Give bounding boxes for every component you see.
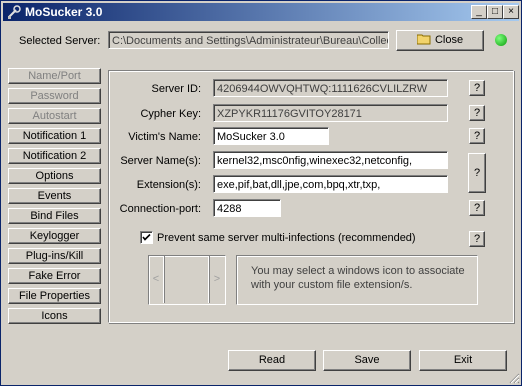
victim-name-input[interactable]: MoSucker 3.0 — [213, 127, 329, 145]
selected-server-label: Selected Server: — [19, 35, 101, 47]
sidebar-item-keylogger[interactable]: Keylogger — [8, 228, 101, 244]
sidebar-item-options[interactable]: Options — [8, 168, 101, 184]
sidebar-item-plugins-kill[interactable]: Plug-ins/Kill — [8, 248, 101, 264]
cypher-key-help-button[interactable]: ? — [469, 105, 485, 121]
checkmark-icon — [142, 233, 151, 241]
close-server-button[interactable]: Close — [396, 30, 484, 51]
save-button[interactable]: Save — [323, 350, 411, 371]
main-window: MoSucker 3.0 _ □ × Selected Server: C:\D… — [0, 0, 522, 386]
sidebar-item-fake-error[interactable]: Fake Error — [8, 268, 101, 284]
read-label: Read — [258, 354, 286, 366]
icon-next-button[interactable]: > — [209, 256, 224, 303]
server-id-field[interactable]: 4206944OWVQHTWQ:1111626CVLILZRW — [213, 79, 448, 97]
cypher-key-field[interactable]: XZPYKR11176GVITOY28171 — [213, 104, 448, 122]
icon-info-text: You may select a windows icon to associa… — [251, 265, 465, 291]
prevent-multi-infection-checkbox[interactable] — [140, 231, 153, 244]
close-server-label: Close — [434, 34, 464, 46]
exit-label: Exit — [453, 354, 473, 366]
minimize-button[interactable]: _ — [471, 5, 487, 19]
folder-icon — [416, 34, 431, 45]
sidebar-item-file-properties[interactable]: File Properties — [8, 288, 101, 304]
server-names-input[interactable]: kernel32,msc0nfig,winexec32,netconfig, — [213, 151, 448, 169]
resize-grip-icon[interactable] — [508, 372, 520, 384]
victim-name-help-button[interactable]: ? — [469, 128, 485, 144]
status-indicator-icon — [495, 34, 507, 46]
server-path-field[interactable]: C:\Documents and Settings\Administrateur… — [108, 31, 389, 49]
close-window-button[interactable]: × — [503, 5, 519, 19]
sidebar-item-events[interactable]: Events — [8, 188, 101, 204]
sidebar-item-name-port[interactable]: Name/Port — [8, 68, 101, 84]
server-names-label: Server Name(s): — [120, 155, 201, 167]
extensions-label: Extension(s): — [136, 179, 201, 191]
save-label: Save — [354, 354, 380, 366]
maximize-button[interactable]: □ — [487, 5, 503, 19]
server-names-help-button[interactable]: ? — [468, 153, 486, 193]
icon-prev-button[interactable]: < — [149, 256, 164, 303]
connection-port-help-button[interactable]: ? — [469, 200, 485, 216]
sidebar-item-autostart[interactable]: Autostart — [8, 108, 101, 124]
prevent-multi-infection-label: Prevent same server multi-infections (re… — [157, 232, 416, 244]
connection-port-input[interactable]: 4288 — [213, 199, 281, 217]
exit-button[interactable]: Exit — [419, 350, 507, 371]
prevent-multi-infection-help-button[interactable]: ? — [469, 231, 485, 247]
sidebar-item-icons[interactable]: Icons — [8, 308, 101, 324]
cypher-key-label: Cypher Key: — [140, 108, 201, 120]
wrench-icon — [8, 5, 21, 19]
title-bar[interactable]: MoSucker 3.0 _ □ × — [3, 3, 519, 21]
window-title: MoSucker 3.0 — [25, 5, 103, 19]
sidebar-item-password[interactable]: Password — [8, 88, 101, 104]
sidebar-item-notification-1[interactable]: Notification 1 — [8, 128, 101, 144]
victim-name-label: Victim's Name: — [128, 131, 201, 143]
server-id-label: Server ID: — [151, 83, 201, 95]
extensions-input[interactable]: exe,pif,bat,dll,jpe,com,bpq,xtr,txp, — [213, 175, 448, 193]
icon-preview — [166, 256, 208, 303]
read-button[interactable]: Read — [228, 350, 316, 371]
sidebar-item-bind-files[interactable]: Bind Files — [8, 208, 101, 224]
server-id-help-button[interactable]: ? — [469, 80, 485, 96]
sidebar-item-notification-2[interactable]: Notification 2 — [8, 148, 101, 164]
connection-port-label: Connection-port: — [119, 203, 201, 215]
